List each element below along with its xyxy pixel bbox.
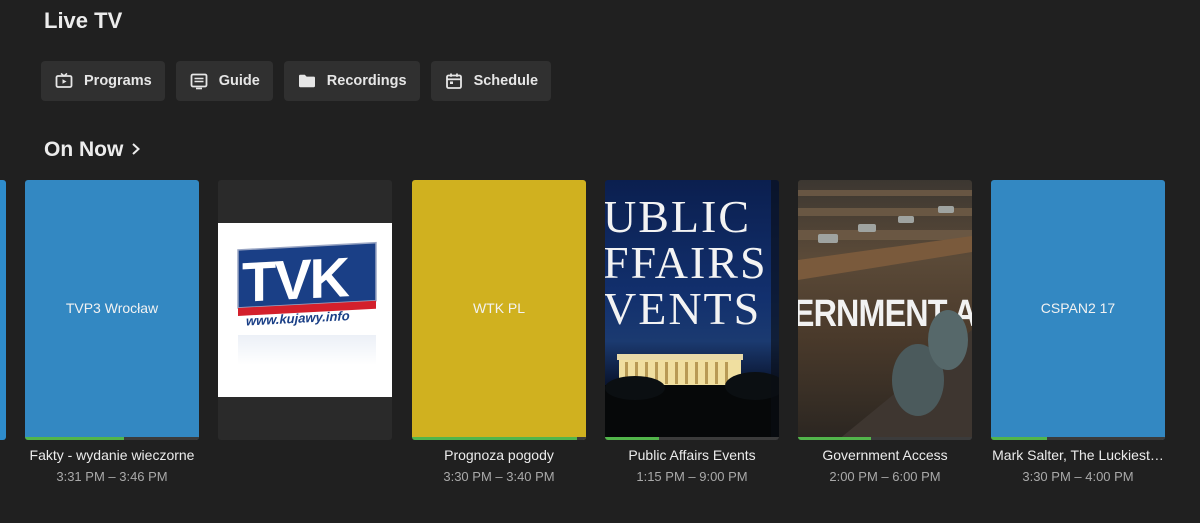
progress-bar bbox=[605, 437, 779, 440]
program-card: UBLIC FFAIRS VENTS Public Affairs Events… bbox=[605, 180, 779, 484]
page-title: Live TV bbox=[44, 8, 123, 33]
schedule-button[interactable]: Schedule bbox=[430, 61, 552, 101]
program-title[interactable]: Prognoza pogody bbox=[412, 447, 586, 463]
tvk-logo-panel: TVK www.kujawy.info bbox=[218, 223, 392, 397]
program-card: CSPAN2 17 Mark Salter, The Luckiest… 3:3… bbox=[991, 180, 1165, 484]
program-time: 3:31 PM – 3:46 PM bbox=[56, 469, 168, 484]
progress-bar bbox=[25, 437, 199, 440]
program-title[interactable]: Government Access bbox=[798, 447, 972, 463]
channel-label: WTK PL bbox=[472, 300, 526, 316]
program-title[interactable]: Mark Salter, The Luckiest… bbox=[991, 447, 1165, 463]
government-access-artwork: ERNMENT ACC bbox=[798, 180, 972, 440]
folder-icon bbox=[297, 71, 317, 91]
program-thumbnail[interactable]: TVK www.kujawy.info bbox=[218, 180, 392, 440]
program-card: TVP3 Wrocław Fakty - wydanie wieczorne 3… bbox=[25, 180, 199, 484]
recordings-button-label: Recordings bbox=[326, 73, 407, 89]
programs-button[interactable]: Programs bbox=[41, 61, 165, 101]
on-now-header[interactable]: On Now bbox=[44, 138, 143, 162]
guide-icon bbox=[189, 71, 209, 91]
program-time: 3:30 PM – 4:00 PM bbox=[1022, 469, 1134, 484]
chevron-right-icon bbox=[129, 138, 143, 162]
schedule-button-label: Schedule bbox=[473, 73, 539, 89]
progress-bar bbox=[991, 437, 1165, 440]
progress-fill bbox=[605, 437, 659, 440]
progress-fill bbox=[991, 437, 1047, 440]
progress-fill bbox=[25, 437, 125, 440]
progress-bar bbox=[412, 437, 586, 440]
guide-button-label: Guide bbox=[218, 73, 260, 89]
program-card: TVK www.kujawy.info bbox=[218, 180, 392, 453]
art-text-line: FFAIRS bbox=[605, 237, 768, 288]
program-title[interactable]: Fakty - wydanie wieczorne bbox=[25, 447, 199, 463]
program-thumbnail[interactable]: UBLIC FFAIRS VENTS bbox=[605, 180, 779, 440]
program-card: ERNMENT ACC Government Access 2:00 PM – … bbox=[798, 180, 972, 484]
program-time: 3:30 PM – 3:40 PM bbox=[443, 469, 555, 484]
tvk-logo: TVK www.kujawy.info bbox=[237, 241, 377, 365]
live-tv-toolbar: Programs Guide Recordings Schedule bbox=[41, 61, 552, 101]
channel-label: TVP3 Wrocław bbox=[65, 300, 159, 316]
recordings-button[interactable]: Recordings bbox=[283, 61, 420, 101]
programs-button-label: Programs bbox=[84, 73, 152, 89]
progress-fill bbox=[412, 437, 578, 440]
channel-label: CSPAN2 17 bbox=[1040, 300, 1116, 316]
calendar-icon bbox=[444, 71, 464, 91]
on-now-title: On Now bbox=[44, 138, 124, 161]
program-thumbnail[interactable]: WTK PL bbox=[412, 180, 586, 440]
program-thumbnail[interactable]: TVP3 Wrocław bbox=[25, 180, 199, 440]
public-affairs-artwork: UBLIC FFAIRS VENTS bbox=[605, 180, 779, 440]
live-tv-page: Live TV Programs Guide Recordings Schedu… bbox=[0, 0, 1200, 523]
guide-button[interactable]: Guide bbox=[175, 61, 273, 101]
program-time: 2:00 PM – 6:00 PM bbox=[829, 469, 941, 484]
tv-icon bbox=[54, 71, 74, 91]
progress-fill bbox=[798, 437, 872, 440]
program-time: 1:15 PM – 9:00 PM bbox=[636, 469, 748, 484]
progress-bar bbox=[798, 437, 972, 440]
program-card: WTK PL Prognoza pogody 3:30 PM – 3:40 PM bbox=[412, 180, 586, 484]
program-thumbnail[interactable]: ERNMENT ACC bbox=[798, 180, 972, 440]
program-title[interactable]: Public Affairs Events bbox=[605, 447, 779, 463]
partial-card[interactable] bbox=[0, 180, 6, 440]
art-text-line: VENTS bbox=[605, 283, 761, 334]
art-text-line: UBLIC bbox=[605, 191, 751, 242]
program-thumbnail[interactable]: CSPAN2 17 bbox=[991, 180, 1165, 440]
